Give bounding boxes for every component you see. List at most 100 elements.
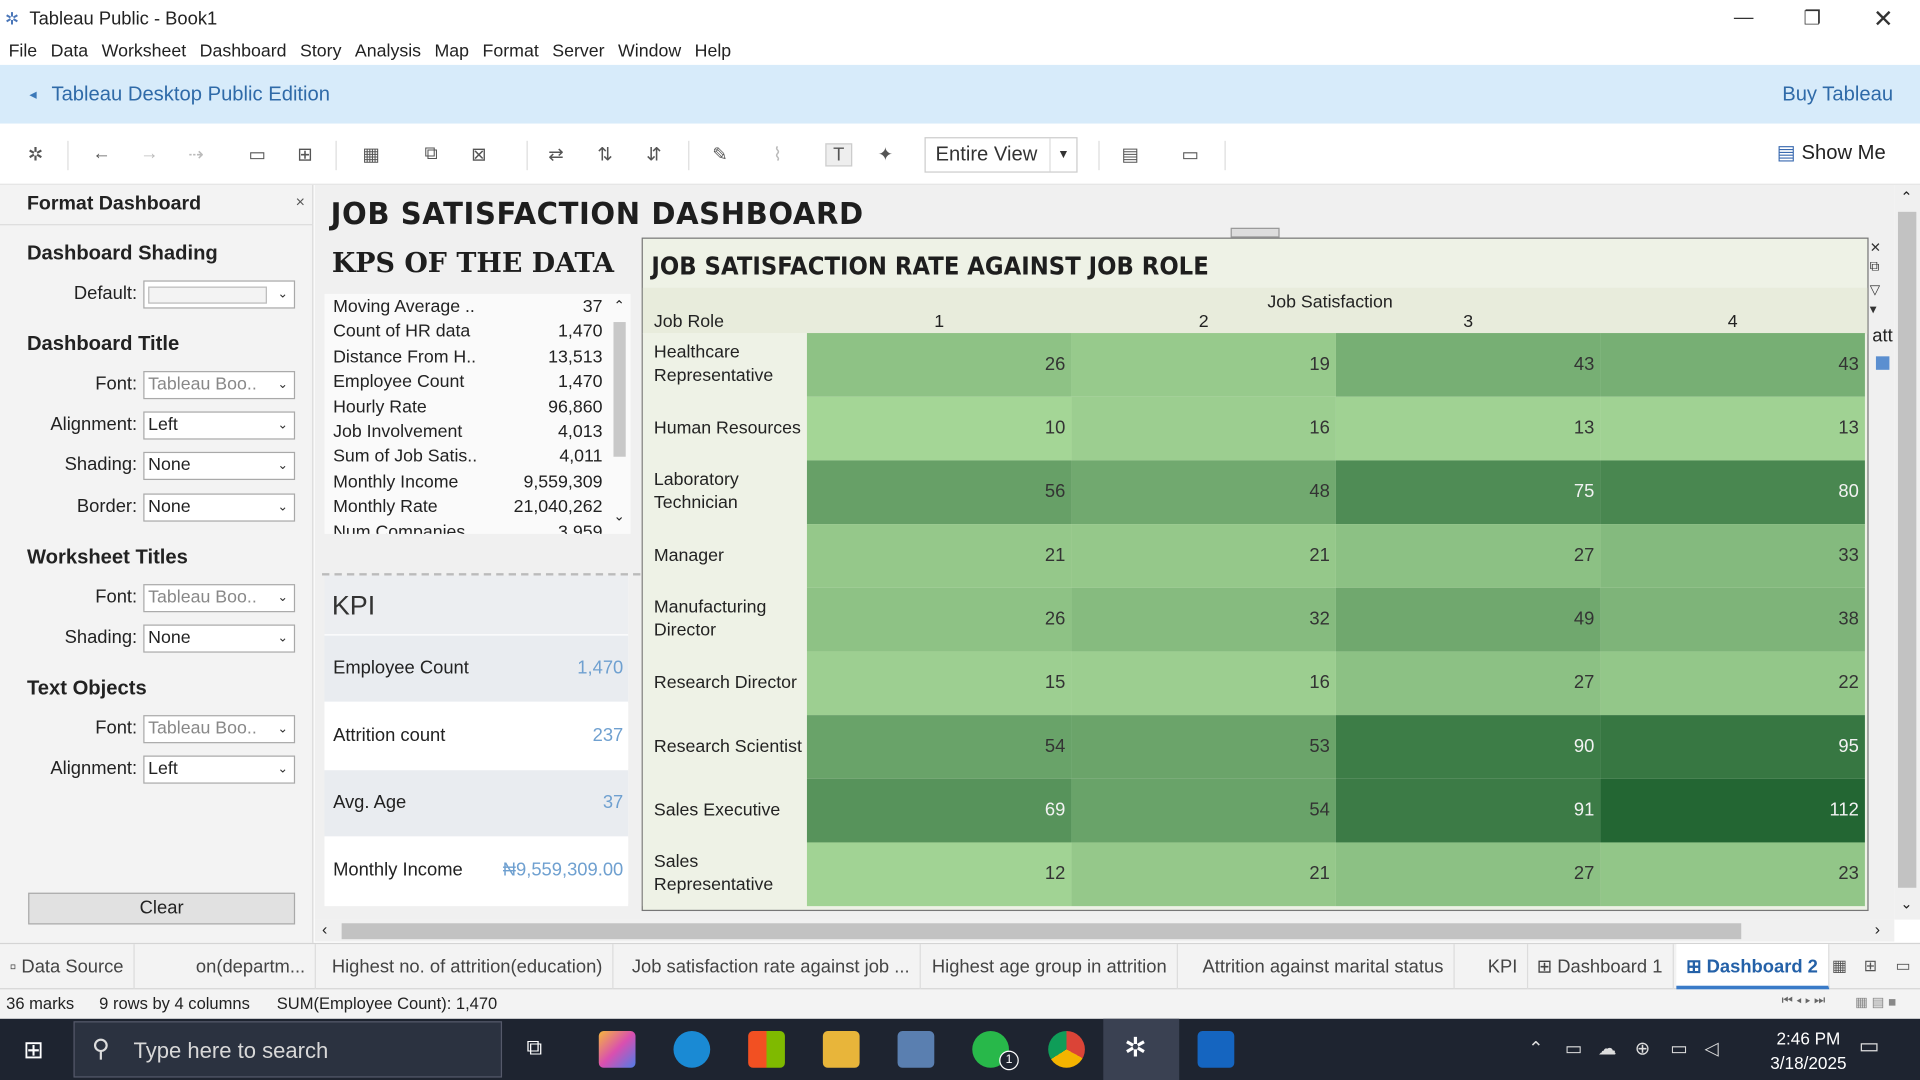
- remote-desktop-icon[interactable]: [897, 1031, 935, 1068]
- title-border-select[interactable]: None ⌄: [143, 493, 296, 522]
- chevron-up-icon[interactable]: ⌃: [613, 298, 624, 314]
- kps-scroll-thumb[interactable]: [613, 322, 626, 457]
- battery-icon[interactable]: ▭: [1670, 1037, 1687, 1059]
- notifications-icon[interactable]: ▭: [1859, 1033, 1880, 1059]
- heatmap-cell[interactable]: 21: [1071, 842, 1336, 907]
- new-worksheet-tab-icon[interactable]: ▦: [1832, 956, 1847, 976]
- labels-icon[interactable]: T: [825, 143, 853, 167]
- kps-list[interactable]: Moving Average .. 37 Count of HR data 1,470…: [324, 293, 631, 534]
- title-shading-select[interactable]: None ⌄: [143, 451, 296, 481]
- tableau-taskbar-icon[interactable]: ✲: [1124, 1032, 1147, 1064]
- horizontal-scrollbar[interactable]: ‹ ›: [314, 919, 1895, 942]
- heatmap-cell[interactable]: 27: [1335, 651, 1601, 716]
- heatmap-cell[interactable]: 43: [1335, 333, 1601, 397]
- heatmap-cell[interactable]: 10: [806, 396, 1072, 461]
- save-icon[interactable]: ▭: [244, 143, 271, 165]
- tab-age-group[interactable]: Highest age group in attrition: [922, 944, 1178, 990]
- chevron-down-icon[interactable]: ⌄: [1900, 895, 1912, 912]
- new-story-tab-icon[interactable]: ▭: [1896, 956, 1911, 976]
- heatmap-cell[interactable]: 56: [806, 460, 1072, 525]
- duplicate-icon[interactable]: ⧉: [418, 143, 445, 164]
- heatmap-cell[interactable]: 32: [1071, 587, 1336, 652]
- tab-kpi[interactable]: KPI: [1478, 944, 1529, 990]
- volume-icon[interactable]: ◁: [1705, 1037, 1719, 1059]
- title-alignment-select[interactable]: Left ⌄: [143, 411, 296, 440]
- heatmap-cell[interactable]: 75: [1335, 460, 1601, 525]
- menu-dashboard[interactable]: Dashboard: [200, 41, 287, 61]
- menu-help[interactable]: Help: [695, 41, 732, 61]
- heatmap-cell[interactable]: 54: [1071, 778, 1336, 843]
- new-worksheet-icon[interactable]: ▦: [358, 143, 385, 165]
- heatmap-cell[interactable]: 53: [1071, 715, 1336, 779]
- clock[interactable]: 2:46 PM 3/18/2025: [1770, 1026, 1846, 1075]
- menu-file[interactable]: File: [9, 41, 38, 61]
- edge-icon[interactable]: [673, 1031, 711, 1068]
- vertical-scrollbar[interactable]: ⌃ ⌄: [1894, 184, 1920, 920]
- sort-descending-icon[interactable]: ⇵: [640, 143, 667, 165]
- heatmap-cell[interactable]: 21: [1071, 524, 1336, 588]
- windows-start-icon[interactable]: ⊞: [23, 1035, 44, 1066]
- show-hidden-icons[interactable]: ⌃: [1528, 1037, 1543, 1059]
- sort-ascending-icon[interactable]: ⇅: [591, 143, 618, 165]
- heatmap-cell[interactable]: 26: [806, 333, 1072, 397]
- more-options-icon[interactable]: ▾: [1870, 301, 1877, 317]
- show-me-button[interactable]: ▤ Show Me: [1777, 141, 1886, 165]
- file-explorer-icon[interactable]: [822, 1031, 860, 1068]
- heatmap-cell[interactable]: 69: [806, 778, 1072, 843]
- media-player-icon[interactable]: [1197, 1031, 1235, 1068]
- heatmap-cell[interactable]: 90: [1335, 715, 1601, 779]
- vertical-scroll-thumb[interactable]: [1897, 211, 1917, 888]
- remove-icon[interactable]: ✕: [1870, 240, 1881, 256]
- network-icon[interactable]: ⊕: [1635, 1037, 1650, 1059]
- heatmap-cell[interactable]: 12: [806, 842, 1072, 907]
- menu-map[interactable]: Map: [435, 41, 470, 61]
- heatmap-cell[interactable]: 23: [1600, 842, 1865, 907]
- cards-icon[interactable]: ▤: [1117, 143, 1144, 165]
- heatmap-cell[interactable]: 49: [1335, 587, 1601, 652]
- clear-sheet-icon[interactable]: ⊠: [465, 143, 492, 165]
- buy-tableau-link[interactable]: Buy Tableau: [1782, 83, 1893, 106]
- new-datasource-icon[interactable]: ⊞: [291, 143, 318, 165]
- heatmap-cell[interactable]: 112: [1600, 778, 1865, 843]
- device-icon[interactable]: ▭: [1565, 1037, 1582, 1059]
- menu-analysis[interactable]: Analysis: [355, 41, 421, 61]
- view-mode-select[interactable]: Entire View ▼: [924, 137, 1078, 173]
- ws-shading-select[interactable]: None ⌄: [143, 624, 296, 653]
- highlight-icon[interactable]: ✎: [707, 143, 734, 165]
- heatmap-cell[interactable]: 27: [1335, 524, 1601, 588]
- swap-icon[interactable]: ⇄: [542, 143, 569, 165]
- taskbar-search[interactable]: ⚲ Type here to search: [73, 1021, 503, 1078]
- tab-dashboard-1[interactable]: ⊞ Dashboard 1: [1527, 944, 1674, 990]
- text-alignment-select[interactable]: Left ⌄: [143, 755, 296, 784]
- container-grip[interactable]: [1230, 227, 1280, 238]
- heatmap-cell[interactable]: 95: [1600, 715, 1865, 779]
- heatmap-cell[interactable]: 19: [1071, 333, 1336, 397]
- chevron-left-icon[interactable]: ‹: [322, 920, 327, 938]
- close-icon[interactable]: ×: [296, 192, 305, 210]
- chevron-right-icon[interactable]: ›: [1875, 920, 1880, 938]
- close-button[interactable]: ✕: [1849, 0, 1918, 37]
- heatmap-cell[interactable]: 15: [806, 651, 1072, 716]
- heatmap-cell[interactable]: 22: [1600, 651, 1865, 716]
- tab-attrition-department[interactable]: on(departm...: [186, 944, 317, 990]
- heatmap-cell[interactable]: 27: [1335, 842, 1601, 907]
- new-dashboard-tab-icon[interactable]: ⊞: [1864, 956, 1877, 976]
- minimize-button[interactable]: —: [1709, 0, 1778, 37]
- chrome-icon[interactable]: [1048, 1031, 1085, 1068]
- copilot-icon[interactable]: [598, 1031, 636, 1068]
- menu-server[interactable]: Server: [552, 41, 604, 61]
- view-toggle-icon[interactable]: ▦ ▤ ■: [1855, 994, 1896, 1011]
- heatmap-cell[interactable]: 43: [1600, 333, 1865, 397]
- ws-font-select[interactable]: Tableau Boo.. ⌄: [143, 584, 296, 613]
- undo-icon[interactable]: ←: [88, 143, 115, 164]
- heatmap-cell[interactable]: 33: [1600, 524, 1865, 588]
- tab-dashboard-2[interactable]: ⊞ Dashboard 2: [1676, 944, 1829, 990]
- heatmap-cell[interactable]: 13: [1335, 396, 1601, 461]
- pin-icon[interactable]: ✦: [872, 143, 899, 165]
- tab-marital-status[interactable]: Attrition against marital status: [1193, 944, 1455, 990]
- title-font-select[interactable]: Tableau Boo.. ⌄: [143, 371, 296, 400]
- tab-attrition-education[interactable]: Highest no. of attrition(education): [322, 944, 614, 990]
- heatmap-cell[interactable]: 21: [806, 524, 1072, 588]
- tab-data-source[interactable]: ▫ Data Source: [0, 944, 135, 990]
- heatmap-cell[interactable]: 80: [1600, 460, 1865, 525]
